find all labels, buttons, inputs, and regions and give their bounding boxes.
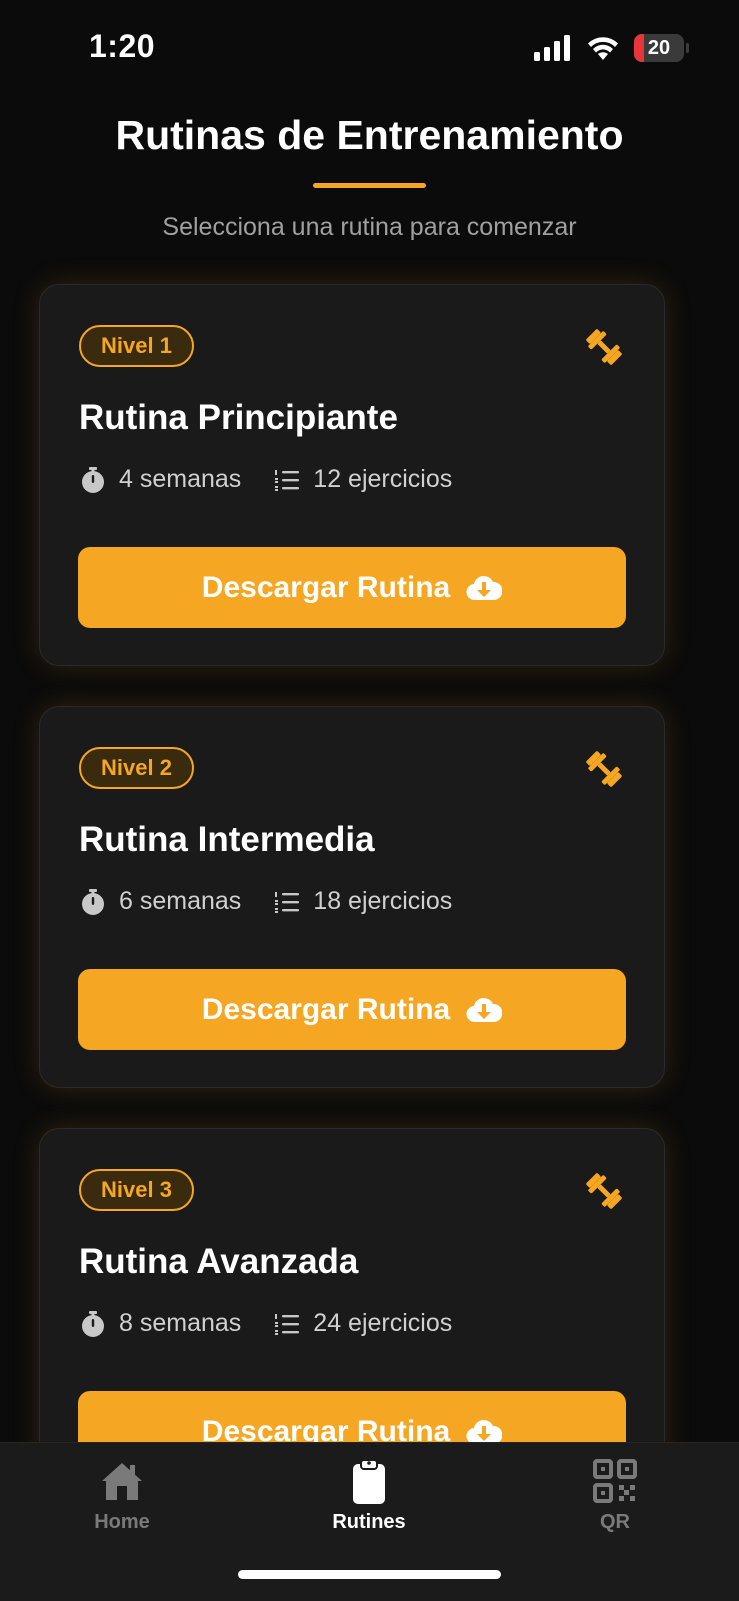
exercises-info: 12 ejercicios [273,465,452,494]
cloud-download-icon [466,575,503,600]
stopwatch-icon [82,1310,104,1337]
level-badge: Nivel 2 [79,747,194,789]
battery-level: 20 [647,36,671,59]
page-title: Rutinas de Entrenamiento [115,112,624,158]
routine-title: Rutina Principiante [79,398,398,437]
status-icons: 20 [534,34,689,62]
download-button-label: Descargar Rutina [201,570,451,604]
download-routine-button[interactable]: Descargar Rutina [78,547,626,628]
exercises-info: 18 ejercicios [273,887,452,916]
routine-meta: 6 semanas 18 ejercicios [79,887,452,916]
level-badge: Nivel 3 [79,1169,194,1211]
routine-card: Nivel 1 Rutina Principiante 4 semanas 12… [39,284,665,666]
title-underline [313,183,426,188]
dumbbell-icon [586,1173,622,1209]
download-routine-button[interactable]: Descargar Rutina [78,969,626,1050]
stopwatch-icon [82,888,104,915]
routine-title: Rutina Intermedia [79,820,375,859]
clipboard-icon [353,1459,385,1504]
tab-label: Rutines [332,1511,406,1533]
qr-code-icon [593,1459,637,1503]
battery-icon: 20 [634,34,684,62]
tab-label: Home [94,1511,150,1533]
tab-qr[interactable]: QR [545,1457,685,1557]
status-bar: 1:20 20 [0,0,739,100]
duration-info: 4 semanas [79,465,241,494]
routine-meta: 8 semanas 24 ejercicios [79,1309,452,1338]
wifi-icon [588,37,618,60]
exercises-text: 24 ejercicios [313,1309,453,1337]
cellular-signal-icon [534,35,570,61]
tab-label: QR [600,1511,630,1533]
routine-card: Nivel 2 Rutina Intermedia 6 semanas 18 e… [39,706,665,1088]
numbered-list-icon [275,891,300,913]
dumbbell-icon [586,751,622,787]
exercises-text: 12 ejercicios [313,465,453,493]
home-indicator[interactable] [238,1570,501,1579]
page-subtitle: Selecciona una rutina para comenzar [162,213,577,241]
duration-info: 6 semanas [79,887,241,916]
duration-text: 6 semanas [119,887,242,915]
numbered-list-icon [275,1313,300,1335]
duration-info: 8 semanas [79,1309,241,1338]
duration-text: 8 semanas [119,1309,242,1337]
exercises-text: 18 ejercicios [313,887,453,915]
cloud-download-icon [466,997,503,1022]
exercises-info: 24 ejercicios [273,1309,452,1338]
tab-rutines[interactable]: Rutines [299,1457,439,1557]
battery-tip [686,43,689,53]
tab-home[interactable]: Home [52,1457,192,1557]
download-button-label: Descargar Rutina [201,992,451,1026]
routine-title: Rutina Avanzada [79,1242,359,1281]
duration-text: 4 semanas [119,465,242,493]
routine-meta: 4 semanas 12 ejercicios [79,465,452,494]
status-time: 1:20 [89,28,156,64]
level-badge: Nivel 1 [79,325,194,367]
stopwatch-icon [82,466,104,493]
numbered-list-icon [275,469,300,491]
home-icon [102,1463,142,1500]
dumbbell-icon [586,329,622,365]
